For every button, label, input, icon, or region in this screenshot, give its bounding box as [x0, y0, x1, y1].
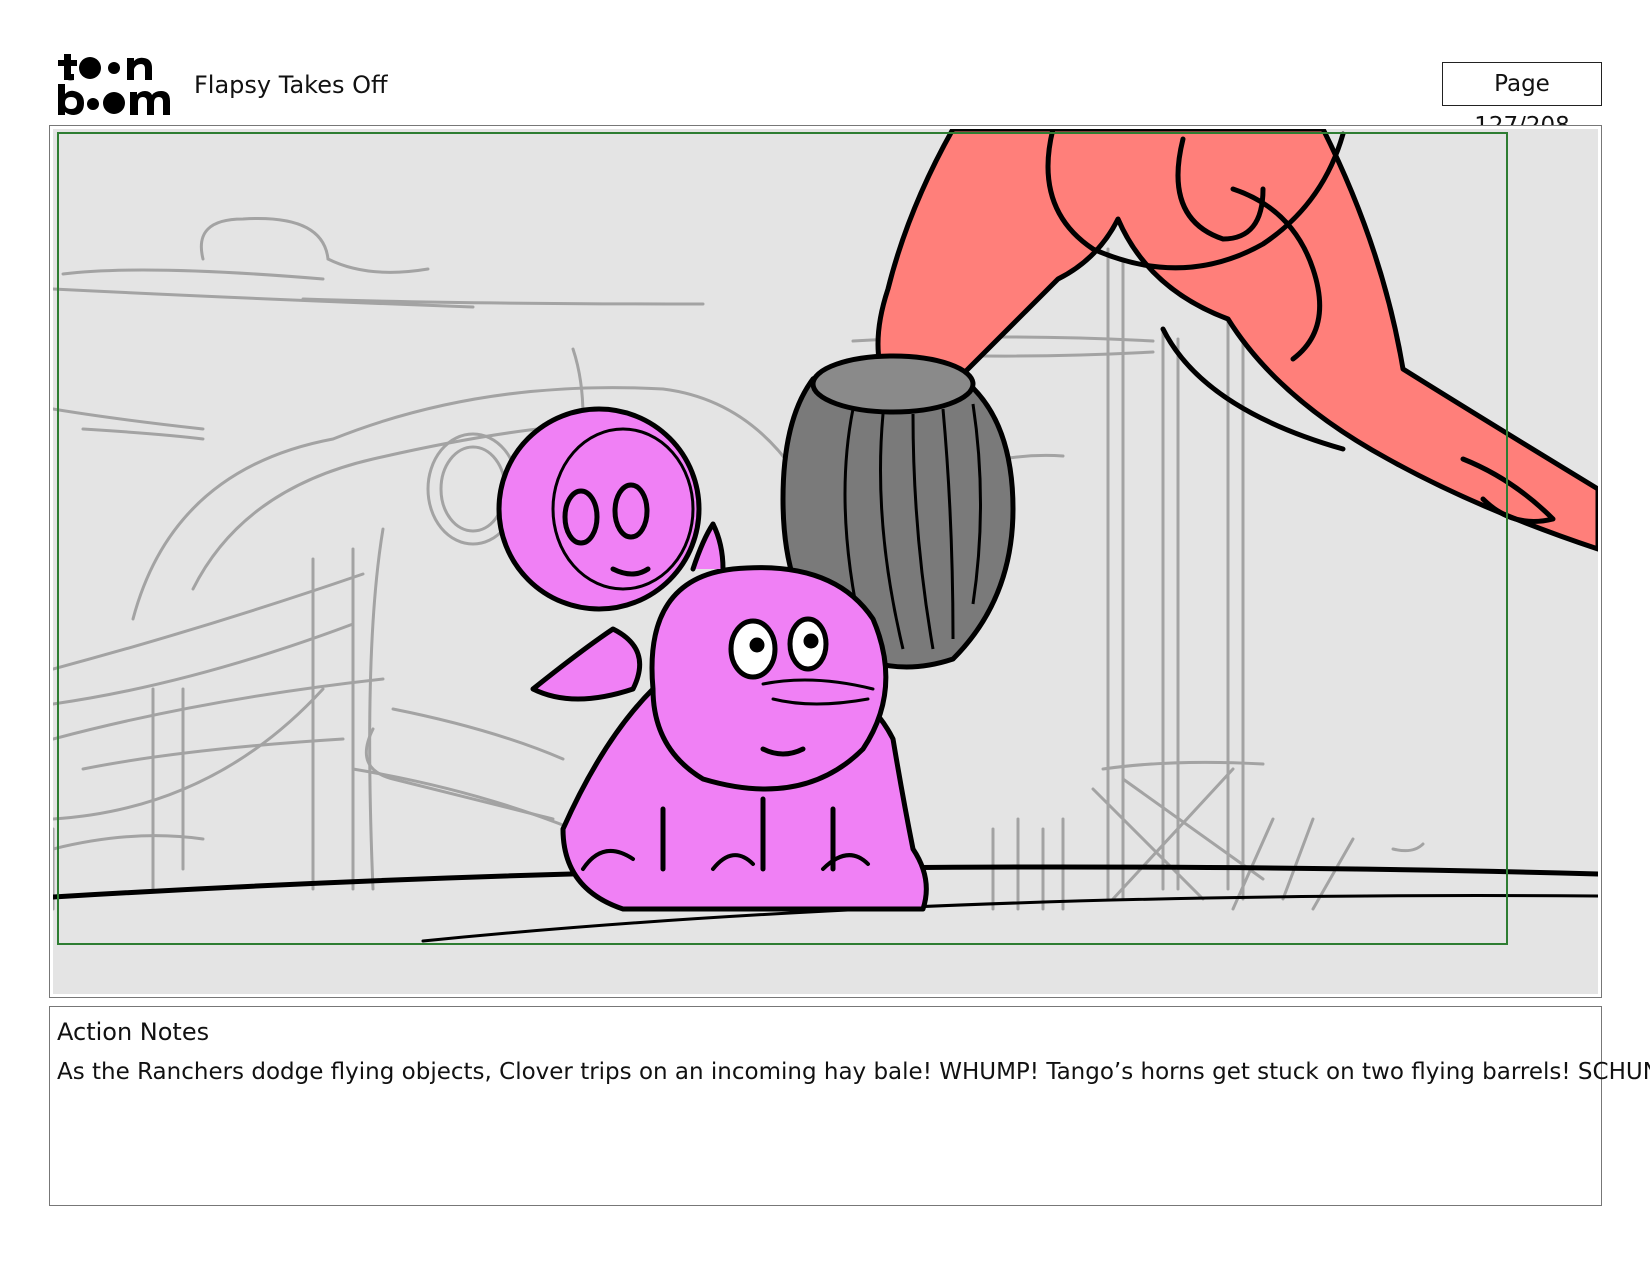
panel-drawing: [53, 129, 1598, 994]
action-notes-box: Action Notes As the Ranchers dodge flyin…: [49, 1006, 1650, 1206]
toon-boom-logo: [58, 54, 170, 115]
project-title: Flapsy Takes Off: [194, 71, 388, 99]
page-number: Page 127/208: [1442, 62, 1602, 139]
action-notes-heading: Action Notes: [57, 1018, 210, 1046]
action-notes-text: As the Ranchers dodge flying objects, Cl…: [57, 1059, 1650, 1085]
